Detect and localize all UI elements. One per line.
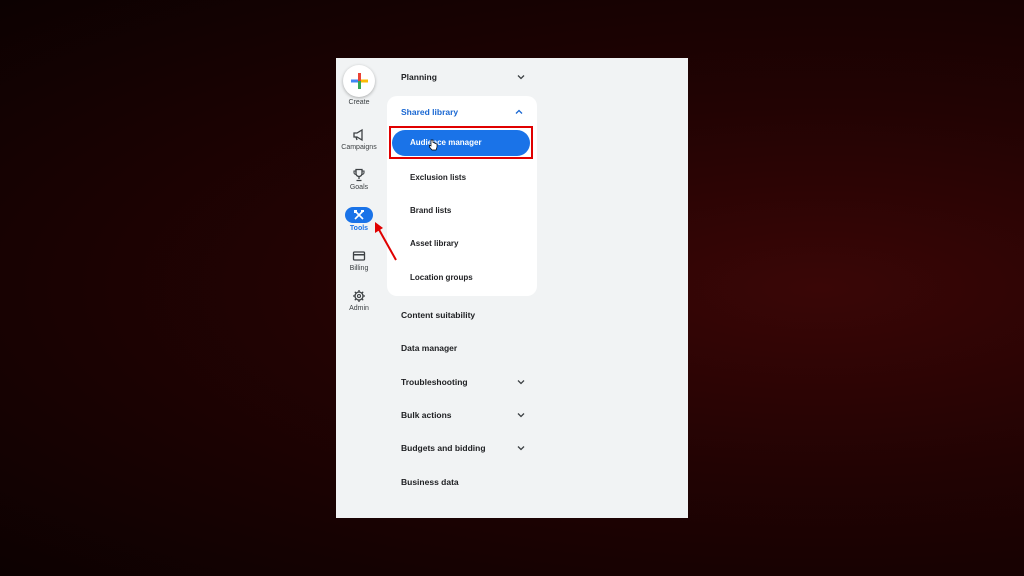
rail-item-goals[interactable]: Goals: [336, 168, 382, 191]
submenu-item-location-groups[interactable]: Location groups: [410, 273, 473, 282]
shared-library-submenu: Shared library Audience manager Exclusio…: [387, 96, 537, 296]
chevron-down-icon: [517, 75, 525, 80]
submenu-item-exclusion-lists[interactable]: Exclusion lists: [410, 173, 466, 182]
shared-library-label: Shared library: [401, 107, 459, 117]
budgets-and-bidding-label: Budgets and bidding: [401, 443, 486, 453]
rail-label-campaigns: Campaigns: [341, 144, 377, 151]
menu-item-planning[interactable]: Planning: [401, 67, 526, 87]
annotation-arrow: [375, 222, 397, 261]
menu-item-budgets-and-bidding[interactable]: Budgets and bidding: [401, 438, 526, 458]
menu-item-shared-library[interactable]: Shared library: [401, 102, 524, 122]
trophy-icon: [353, 168, 365, 182]
create-label: Create: [348, 99, 370, 106]
menu-item-business-data[interactable]: Business data: [401, 472, 526, 492]
business-data-label: Business data: [401, 477, 459, 487]
chevron-up-icon: [515, 109, 523, 114]
rail-label-admin: Admin: [349, 305, 369, 312]
rail-label-goals: Goals: [349, 184, 369, 191]
content-suitability-label: Content suitability: [401, 310, 476, 320]
menu-item-content-suitability[interactable]: Content suitability: [401, 305, 526, 325]
troubleshooting-label: Troubleshooting: [401, 377, 468, 387]
planning-label: Planning: [401, 72, 437, 82]
submenu-item-brand-lists[interactable]: Brand lists: [410, 206, 451, 215]
menu-item-bulk-actions[interactable]: Bulk actions: [401, 405, 526, 425]
menu-item-troubleshooting[interactable]: Troubleshooting: [401, 372, 526, 392]
highlight-box: [389, 126, 533, 159]
tools-panel: Create Campaigns Goals Tools Billing Adm…: [336, 58, 688, 518]
cursor-icon: [429, 139, 438, 151]
bulk-actions-label: Bulk actions: [401, 410, 452, 420]
submenu-item-asset-library[interactable]: Asset library: [410, 239, 458, 248]
menu-item-data-manager[interactable]: Data manager: [401, 338, 526, 358]
chevron-down-icon: [517, 446, 525, 451]
tools-icon: [345, 207, 373, 223]
navigation-rail: Create Campaigns Goals Tools Billing Adm…: [336, 58, 382, 518]
plus-icon: [343, 65, 375, 97]
megaphone-icon: [353, 128, 363, 142]
credit-card-icon: [352, 251, 366, 261]
create-button[interactable]: Create: [336, 65, 382, 106]
gear-icon: [353, 290, 365, 302]
rail-item-campaigns[interactable]: Campaigns: [336, 128, 382, 151]
data-manager-label: Data manager: [401, 343, 458, 353]
rail-label-billing: Billing: [349, 265, 369, 272]
chevron-down-icon: [517, 380, 525, 385]
rail-item-admin[interactable]: Admin: [336, 289, 382, 312]
chevron-down-icon: [517, 413, 525, 418]
